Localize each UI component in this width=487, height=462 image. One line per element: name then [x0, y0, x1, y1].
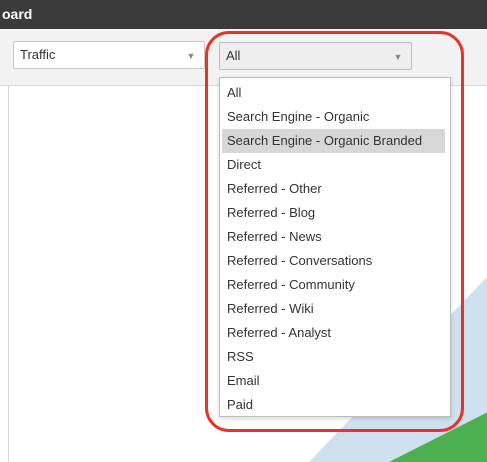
- dashboard-page: oard Traffic ▼ All ▼ All Search Engine -…: [0, 0, 487, 462]
- dropdown-option[interactable]: Email: [220, 369, 450, 393]
- chevron-down-icon: ▼: [186, 51, 196, 61]
- dropdown-option[interactable]: Search Engine - Organic: [220, 105, 450, 129]
- dropdown-option[interactable]: Paid: [220, 393, 450, 417]
- dropdown-option[interactable]: RSS: [220, 345, 450, 369]
- source-select-value: All: [226, 48, 241, 63]
- source-select[interactable]: All ▼: [219, 42, 412, 70]
- window-title: oard: [0, 0, 487, 29]
- dropdown-option[interactable]: All: [220, 81, 450, 105]
- dropdown-option[interactable]: Referred - Wiki: [220, 297, 450, 321]
- dropdown-option[interactable]: Referred - Blog: [220, 201, 450, 225]
- dropdown-option[interactable]: Referred - Community: [220, 273, 450, 297]
- dropdown-option[interactable]: Referred - Conversations: [220, 249, 450, 273]
- source-dropdown-list: All Search Engine - Organic Search Engin…: [219, 77, 451, 417]
- dropdown-option-highlighted[interactable]: Search Engine - Organic Branded: [222, 129, 445, 153]
- traffic-select-value: Traffic: [20, 47, 56, 62]
- traffic-select[interactable]: Traffic ▼: [13, 41, 205, 69]
- dropdown-option[interactable]: Direct: [220, 153, 450, 177]
- dropdown-option[interactable]: Referred - Analyst: [220, 321, 450, 345]
- dropdown-option[interactable]: Referred - News: [220, 225, 450, 249]
- dropdown-option[interactable]: Referred - Other: [220, 177, 450, 201]
- chevron-down-icon: ▼: [393, 52, 403, 62]
